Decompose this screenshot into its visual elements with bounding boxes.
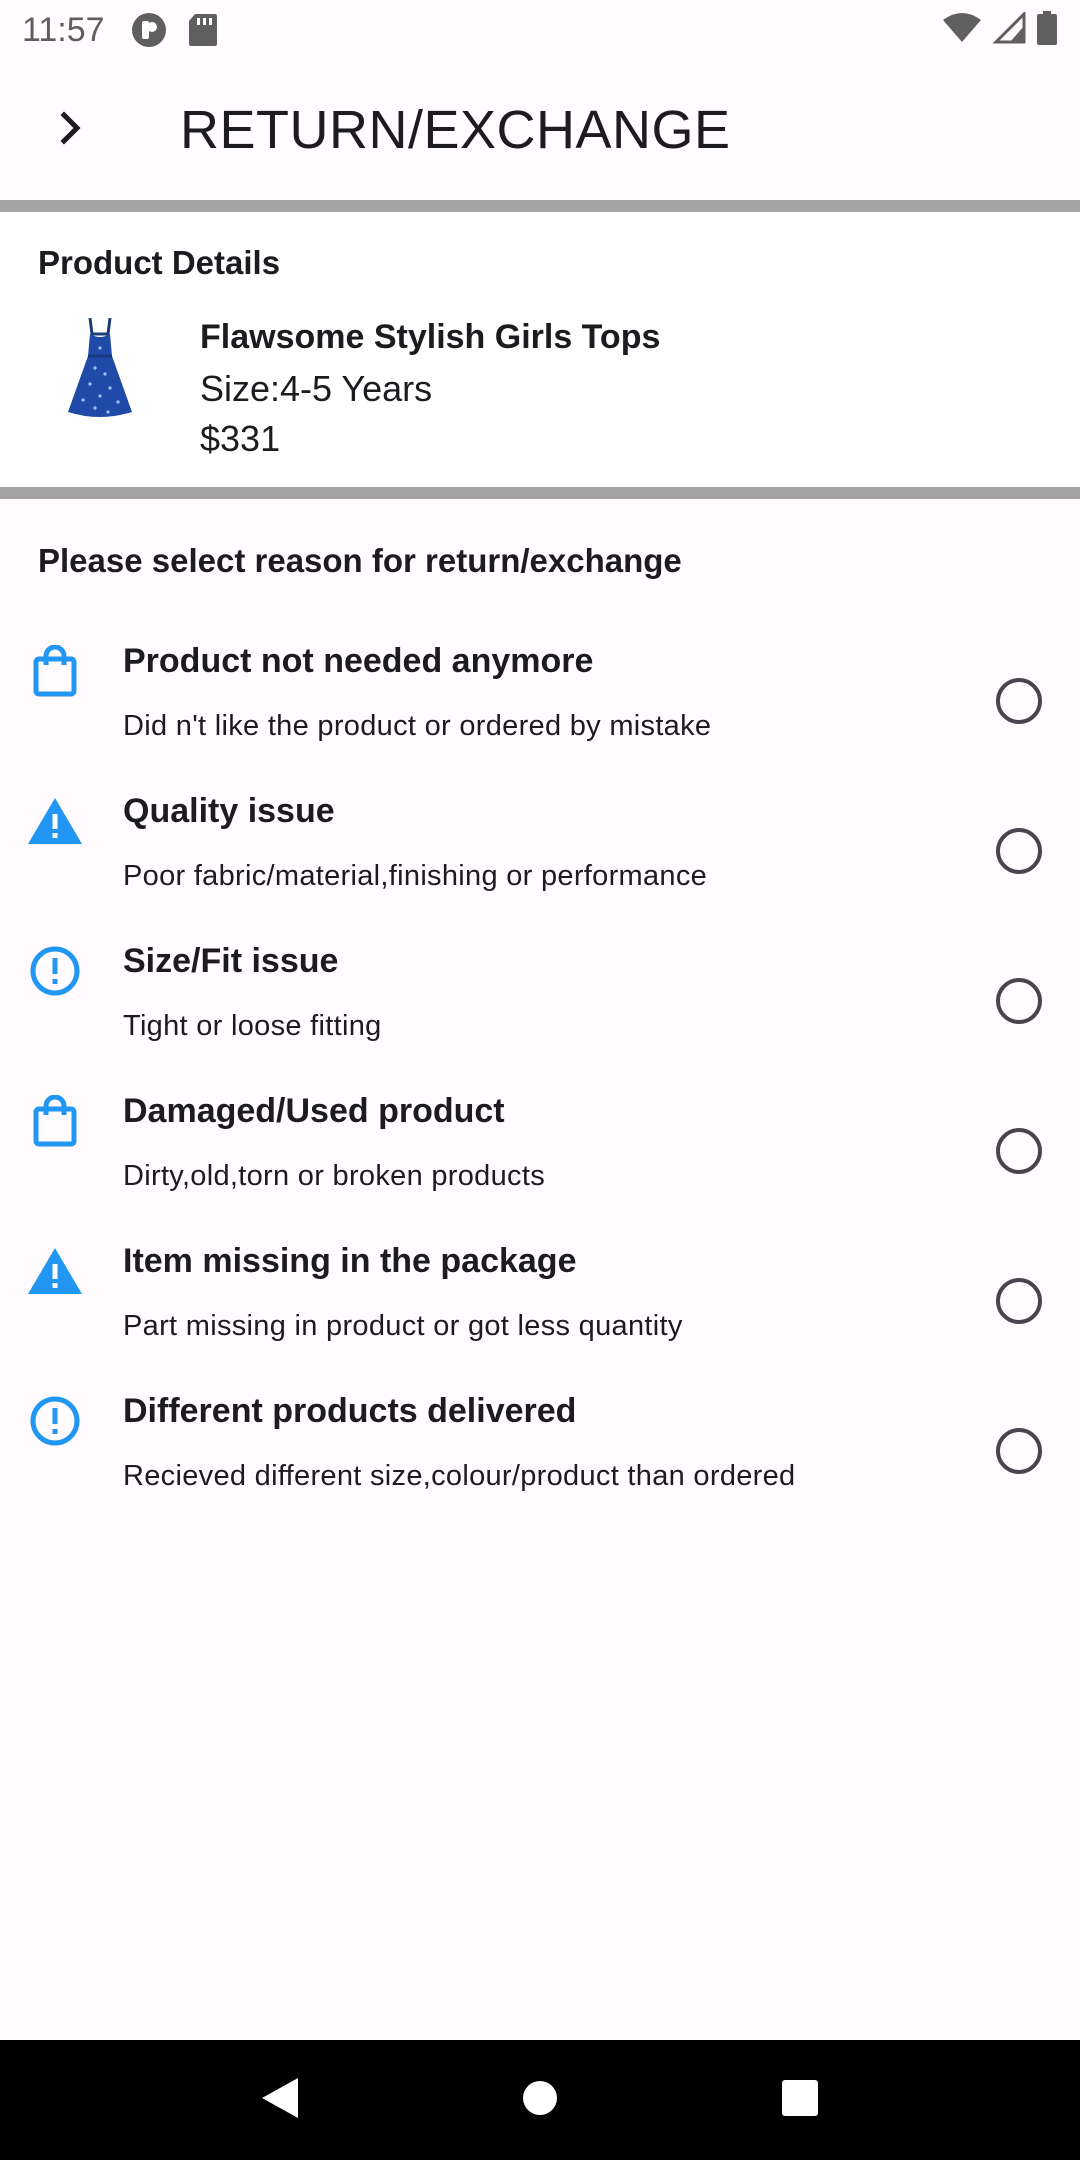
reasons-heading: Please select reason for return/exchange <box>38 542 682 579</box>
reason-option-item-missing[interactable]: Item missing in the package Part missing… <box>0 1220 1080 1370</box>
signal-icon <box>992 9 1026 49</box>
status-bar: 11:57 <box>0 0 1080 60</box>
reason-option-different-product[interactable]: Different products delivered Recieved di… <box>0 1370 1080 1520</box>
reason-radio[interactable] <box>996 1128 1042 1174</box>
reason-subtitle: Poor fabric/material,finishing or perfor… <box>123 860 708 892</box>
reason-title: Different products delivered <box>123 1392 577 1430</box>
recents-square-icon <box>781 2079 819 2122</box>
reason-title: Quality issue <box>123 792 335 830</box>
product-price: $331 <box>200 418 281 459</box>
chevron-right-icon <box>56 110 84 150</box>
back-triangle-icon <box>260 2076 300 2125</box>
reason-title: Item missing in the package <box>123 1242 577 1280</box>
back-button[interactable] <box>20 80 120 180</box>
reason-title: Product not needed anymore <box>123 642 594 680</box>
reason-option-not-needed[interactable]: Product not needed anymore Did n't like … <box>0 620 1080 770</box>
page-title: RETURN/EXCHANGE <box>180 100 731 160</box>
reason-option-size-fit[interactable]: Size/Fit issue Tight or loose fitting <box>0 920 1080 1070</box>
reason-subtitle: Recieved different size,colour/product t… <box>123 1460 796 1492</box>
home-circle-icon <box>522 2080 558 2121</box>
reason-radio[interactable] <box>996 678 1042 724</box>
reason-subtitle: Dirty,old,torn or broken products <box>123 1160 545 1192</box>
error-circle-icon <box>26 942 84 1000</box>
reason-radio[interactable] <box>996 1278 1042 1324</box>
battery-icon <box>1036 10 1058 50</box>
product-name: Flawsome Stylish Girls Tops <box>200 318 661 356</box>
app-bar: RETURN/EXCHANGE <box>0 60 1080 200</box>
reason-subtitle: Tight or loose fitting <box>123 1010 382 1042</box>
product-size: Size:4-5 Years <box>200 368 433 409</box>
reason-option-damaged[interactable]: Damaged/Used product Dirty,old,torn or b… <box>0 1070 1080 1220</box>
status-right-icons <box>942 9 1058 50</box>
reason-radio[interactable] <box>996 1428 1042 1474</box>
shopping-bag-icon <box>26 642 84 700</box>
warning-icon <box>26 1242 84 1300</box>
reason-subtitle: Part missing in product or got less quan… <box>123 1310 683 1342</box>
nav-back-button[interactable] <box>250 2070 310 2130</box>
reason-option-quality[interactable]: Quality issue Poor fabric/material,finis… <box>0 770 1080 920</box>
product-details-heading: Product Details <box>38 244 281 281</box>
product-image <box>50 308 150 428</box>
divider-bottom <box>0 487 1080 499</box>
product-details-card: Product Details Flawsome Stylish Girls T… <box>0 212 1080 487</box>
record-icon <box>131 12 167 48</box>
reason-title: Damaged/Used product <box>123 1092 505 1130</box>
reason-radio[interactable] <box>996 978 1042 1024</box>
shopping-bag-icon <box>26 1092 84 1150</box>
reason-list: Product not needed anymore Did n't like … <box>0 620 1080 1520</box>
divider-top <box>0 200 1080 212</box>
reason-title: Size/Fit issue <box>123 942 339 980</box>
sd-card-icon <box>187 12 223 48</box>
wifi-icon <box>942 12 982 49</box>
return-exchange-screen: 11:57 RETURN/EXCHANGE Product Details Fl… <box>0 0 1080 2160</box>
reason-radio[interactable] <box>996 828 1042 874</box>
reason-subtitle: Did n't like the product or ordered by m… <box>123 710 712 742</box>
warning-icon <box>26 792 84 850</box>
nav-recents-button[interactable] <box>770 2070 830 2130</box>
error-circle-icon <box>26 1392 84 1450</box>
nav-home-button[interactable] <box>510 2070 570 2130</box>
status-time: 11:57 <box>22 10 105 49</box>
system-nav-bar <box>0 2040 1080 2160</box>
